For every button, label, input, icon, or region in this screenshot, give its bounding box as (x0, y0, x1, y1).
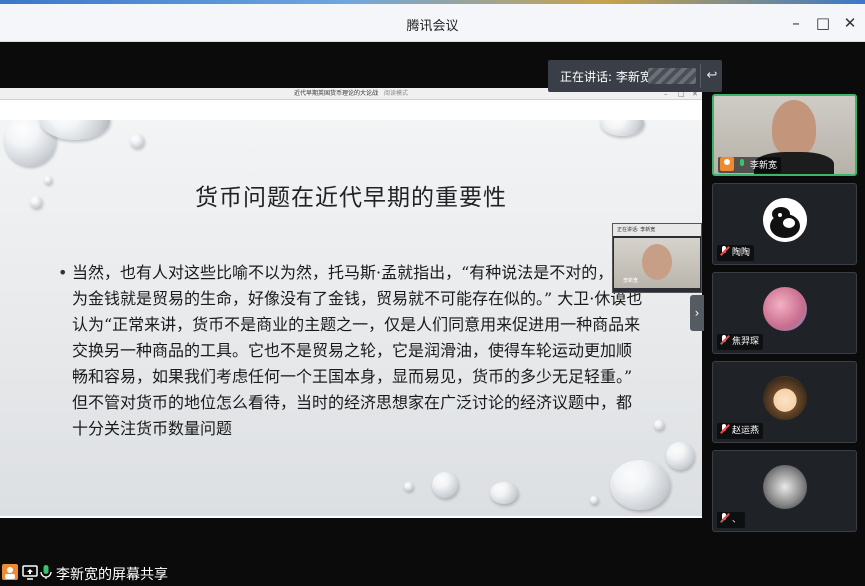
avatar-image (763, 198, 807, 242)
host-icon (720, 157, 734, 171)
shared-window-mode: 阅读模式 (383, 90, 408, 97)
title-bar: 腾讯会议 – □ ✕ (0, 4, 865, 42)
mic-off-icon (719, 513, 729, 523)
water-drop-decoration (666, 442, 694, 470)
speaking-banner: 正在讲话: 李新宽 ↩ (548, 60, 722, 92)
maximize-icon[interactable]: □ (812, 12, 834, 34)
close-icon[interactable]: ✕ (839, 12, 861, 34)
participant-name: 赵运燕 (732, 426, 760, 436)
bullet-text: 当然，也有人对这些比喻不以为然，托马斯·孟就指出，“有种说法是不对的，以为金钱就… (72, 263, 643, 438)
speaking-text: 正在讲话: 李新宽 (560, 70, 652, 84)
water-drop-decoration (610, 460, 670, 510)
share-status-bar: 李新宽的屏幕共享 (0, 560, 865, 586)
water-drop-decoration (590, 496, 598, 504)
pip-face (642, 244, 672, 280)
participant-name: 李新宽 (750, 161, 778, 171)
speaking-divider (700, 64, 701, 88)
participant-tile[interactable]: 焦羿琛 (712, 272, 857, 354)
water-drop-decoration (432, 472, 458, 498)
screen-share-icon (22, 564, 38, 580)
participant-name: 陶陶 (732, 248, 751, 258)
mic-on-icon (38, 564, 54, 580)
participant-tile[interactable]: 、 (712, 450, 857, 532)
minimize-icon[interactable]: – (785, 12, 807, 34)
shared-screen: 近代早期英国货币理论的大论战 阅读模式 – □ ✕ 货币问题在近代早期的重要性 … (0, 88, 702, 518)
participant-name-chip: 赵运燕 (717, 423, 764, 439)
mic-on-icon (737, 159, 747, 169)
participant-name-chip: 李新宽 (718, 157, 782, 173)
app-title: 腾讯会议 (406, 19, 459, 34)
participant-face (772, 100, 816, 156)
chevron-right-icon[interactable]: › (690, 295, 704, 331)
avatar (763, 287, 807, 331)
participant-name-chip: 焦羿琛 (717, 334, 764, 350)
slide-bullet-text: 当然，也有人对这些比喻不以为然，托马斯·孟就指出，“有种说法是不对的，以为金钱就… (56, 260, 644, 442)
participant-name: 焦羿琛 (732, 337, 760, 347)
participant-tile[interactable]: 陶陶 (712, 183, 857, 265)
participant-name-chip: 、 (717, 512, 746, 528)
avatar (763, 376, 807, 420)
water-drop-decoration (600, 120, 644, 136)
water-drop-decoration (654, 420, 664, 430)
mic-off-icon (719, 246, 729, 256)
presentation-slide: 货币问题在近代早期的重要性 • 当然，也有人对这些比喻不以为然，托马斯·孟就指出… (0, 120, 702, 516)
water-drop-decoration (130, 134, 144, 148)
participant-name-chip: 陶陶 (717, 245, 755, 261)
participant-tile[interactable]: 赵运燕 (712, 361, 857, 443)
screen-share-label: 李新宽的屏幕共享 (56, 567, 168, 583)
return-icon[interactable]: ↩ (704, 66, 720, 86)
participant-name: 、 (732, 515, 742, 525)
mic-off-icon (719, 424, 729, 434)
avatar (763, 198, 807, 242)
slide-title: 货币问题在近代早期的重要性 (195, 185, 507, 211)
water-drop-decoration (490, 482, 518, 504)
host-icon (2, 564, 18, 580)
water-drop-decoration (404, 482, 413, 491)
blurred-name (648, 68, 696, 84)
participant-tile[interactable]: 李新宽 (712, 94, 857, 176)
shared-window-title-text: 近代早期英国货币理论的大论战 (294, 90, 379, 97)
avatar (763, 465, 807, 509)
meeting-window: 腾讯会议 – □ ✕ 近代早期英国货币理论的大论战 阅读模式 – □ ✕ 货币问… (0, 0, 865, 586)
mic-off-icon (719, 335, 729, 345)
pip-name: 李新宽 (623, 278, 639, 284)
shared-screen-speaker-video: 正在讲话: 李新宽 李新宽 (612, 223, 702, 293)
pip-header: 正在讲话: 李新宽 (613, 224, 701, 236)
